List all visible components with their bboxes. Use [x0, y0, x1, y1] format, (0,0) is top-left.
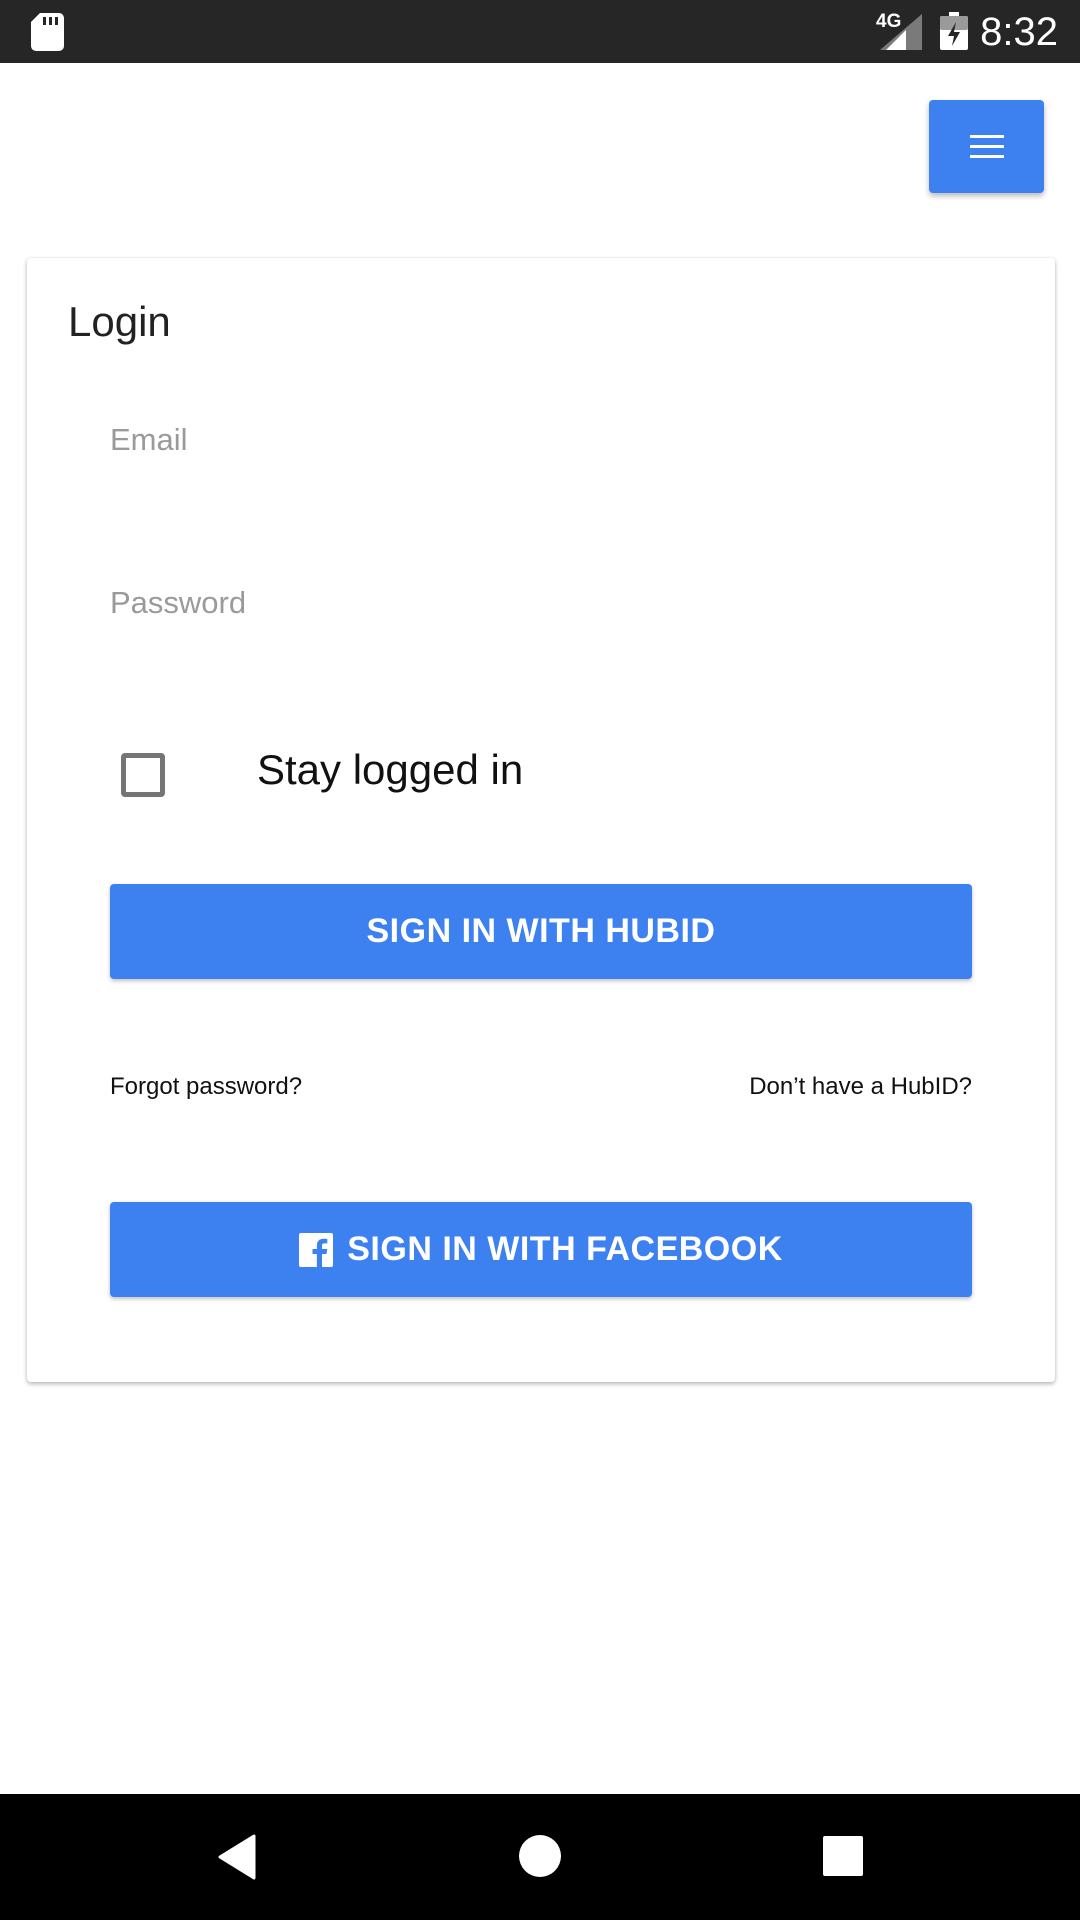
home-circle-icon[interactable] — [518, 1834, 562, 1878]
sign-in-facebook-button[interactable]: SIGN IN WITH FACEBOOK — [110, 1202, 972, 1297]
battery-charging-icon — [940, 12, 968, 50]
back-triangle-icon[interactable] — [216, 1834, 256, 1880]
sd-card-icon — [31, 13, 64, 51]
facebook-icon — [299, 1232, 334, 1267]
menu-button[interactable] — [929, 100, 1044, 193]
forgot-password-link[interactable]: Forgot password? — [110, 1073, 302, 1101]
sign-in-hubid-button[interactable]: SIGN IN WITH HUBID — [110, 884, 972, 979]
email-input[interactable] — [110, 400, 972, 480]
login-title: Login — [68, 298, 171, 345]
recents-square-icon[interactable] — [823, 1836, 863, 1876]
hamburger-menu-icon — [969, 134, 1004, 158]
system-nav-bar — [0, 1794, 1080, 1920]
no-hubid-link[interactable]: Don’t have a HubID? — [749, 1073, 972, 1101]
password-input[interactable] — [110, 563, 972, 643]
stay-logged-in-label[interactable]: Stay logged in — [257, 746, 523, 794]
sign-in-hubid-label: SIGN IN WITH HUBID — [366, 912, 716, 950]
stay-logged-in-checkbox[interactable] — [121, 753, 165, 797]
cell-signal-icon — [880, 14, 922, 50]
sign-in-facebook-label: SIGN IN WITH FACEBOOK — [347, 1230, 783, 1268]
status-bar: 4G 8:32 — [0, 0, 1080, 63]
login-card: Login Stay logged in SIGN IN WITH HUBID … — [27, 258, 1055, 1382]
status-clock: 8:32 — [980, 10, 1058, 54]
